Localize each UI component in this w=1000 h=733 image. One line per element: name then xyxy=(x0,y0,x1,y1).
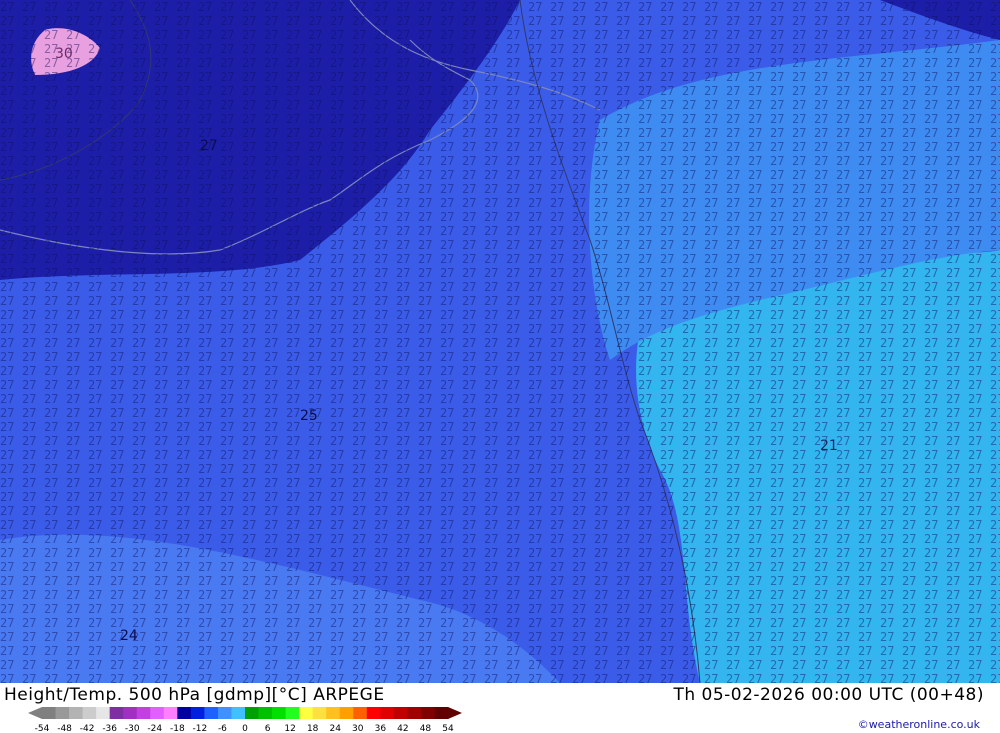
label-pink: 30 xyxy=(55,46,73,62)
legend-tick-label: 12 xyxy=(284,724,295,733)
legend-swatch xyxy=(272,707,287,719)
legend-tick-label: -36 xyxy=(102,724,117,733)
legend-tick-label: -42 xyxy=(80,724,95,733)
legend-bar xyxy=(28,707,462,719)
legend-swatch xyxy=(299,707,314,719)
legend-swatch xyxy=(407,707,422,719)
legend-swatch xyxy=(82,707,97,719)
legend-swatch xyxy=(312,707,327,719)
legend-tick-label: 18 xyxy=(307,724,319,733)
legend-swatch xyxy=(55,707,70,719)
legend-tick-label: -30 xyxy=(125,724,140,733)
legend-swatch xyxy=(163,707,178,719)
legend-swatch xyxy=(245,707,260,719)
legend-arrow-right xyxy=(448,707,462,719)
legend-swatch xyxy=(231,707,246,719)
legend-tick-label: 24 xyxy=(329,724,341,733)
contour-digits-overlay xyxy=(0,0,1000,683)
legend-swatch xyxy=(204,707,219,719)
label-mid: 25 xyxy=(300,408,318,424)
legend-tick-label: -24 xyxy=(147,724,162,733)
credit-link[interactable]: ©weatheronline.co.uk xyxy=(858,718,980,731)
legend-swatch xyxy=(177,707,192,719)
legend-swatch xyxy=(285,707,300,719)
legend-swatch xyxy=(380,707,395,719)
legend-tick-label: 6 xyxy=(265,724,271,733)
label-light: 24 xyxy=(120,628,138,644)
legend-tick-label: 42 xyxy=(397,724,408,733)
legend-swatch xyxy=(258,707,273,719)
legend-tick-label: -6 xyxy=(218,724,227,733)
legend-swatch xyxy=(109,707,124,719)
legend-tick-label: 30 xyxy=(352,724,364,733)
legend-ticks: -54 -48 -42 -36 -30 -24 -18 -12 -6 0 6 12 18 24 30 36 42… xyxy=(35,724,454,733)
legend-swatch xyxy=(150,707,165,719)
legend-tick-label: 36 xyxy=(375,724,387,733)
legend-swatch xyxy=(326,707,341,719)
label-cyan: 21 xyxy=(820,438,838,454)
legend-tick-label: -12 xyxy=(193,724,208,733)
map-title: Height/Temp. 500 hPa [gdmp][°C] ARPEGE xyxy=(4,685,385,705)
legend-swatch xyxy=(353,707,368,719)
legend-tick-label: 54 xyxy=(442,724,454,733)
valid-time: Th 05-02-2026 00:00 UTC (00+48) xyxy=(673,685,984,705)
legend-tick-label: -18 xyxy=(170,724,185,733)
legend-swatch xyxy=(96,707,111,719)
color-legend: -54 -48 -42 -36 -30 -24 -18 -12 -6 0 6 12 18 24 30 36 42… xyxy=(28,707,462,733)
legend-swatch xyxy=(420,707,435,719)
legend-swatch xyxy=(434,707,449,719)
legend-tick-label: -48 xyxy=(57,724,72,733)
legend-arrow-left xyxy=(28,707,42,719)
legend-swatch xyxy=(366,707,381,719)
label-dark: 27 xyxy=(200,138,218,154)
legend-tick-label: -54 xyxy=(35,724,50,733)
legend-swatch xyxy=(393,707,408,719)
legend-swatch xyxy=(136,707,151,719)
legend-tick-label: 48 xyxy=(420,724,432,733)
weather-map: 27 30 27 25 24 21 xyxy=(0,0,1000,683)
legend-swatch xyxy=(217,707,232,719)
legend-swatch xyxy=(339,707,354,719)
legend-swatch xyxy=(69,707,84,719)
legend-swatch xyxy=(42,707,57,719)
legend-swatch xyxy=(190,707,205,719)
legend-tick-label: 0 xyxy=(242,724,248,733)
legend-swatch xyxy=(123,707,138,719)
